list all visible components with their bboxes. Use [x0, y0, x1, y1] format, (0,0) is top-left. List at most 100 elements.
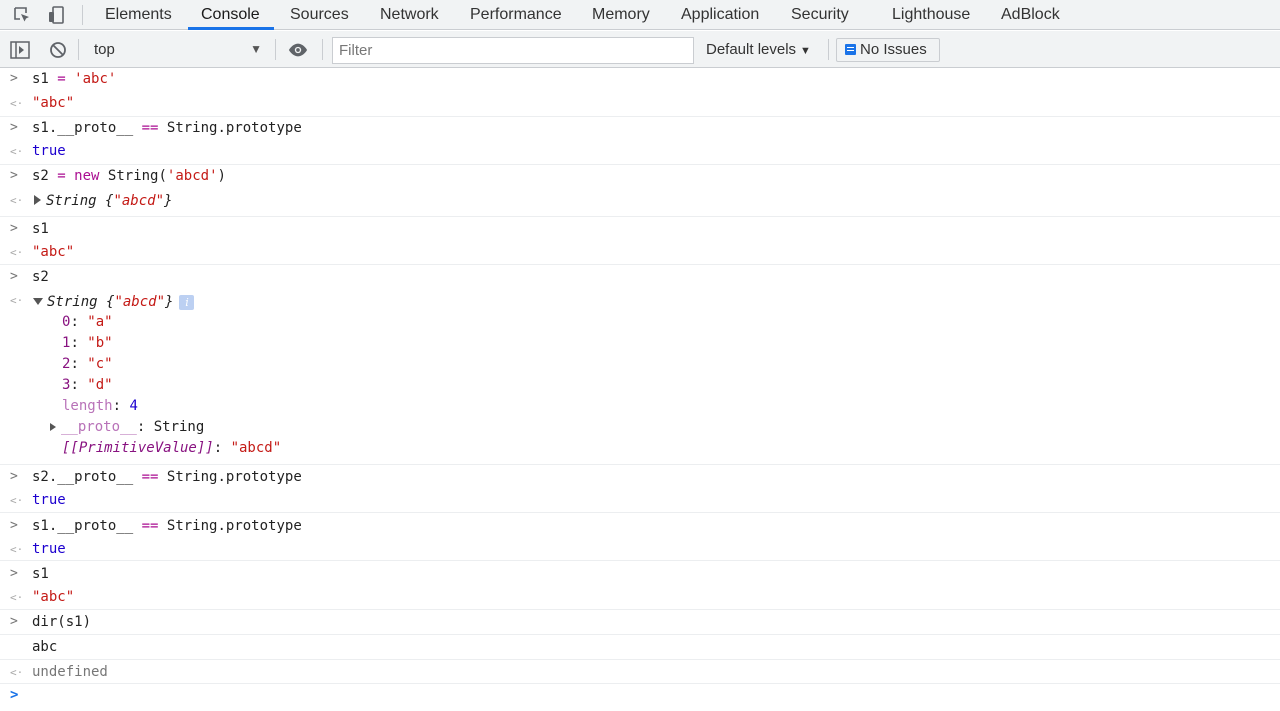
console-input-row: > dir(s1)	[0, 609, 1280, 634]
tab-performance[interactable]: Performance	[470, 0, 562, 30]
property-row[interactable]: 3: "d"	[62, 377, 113, 393]
console-input-row: > s1.__proto__ == String.prototype	[0, 116, 1280, 140]
toolbar-separator	[275, 39, 276, 60]
result-arrow-icon: <·	[10, 666, 24, 679]
primitive-value-row[interactable]: [[PrimitiveValue]]: "abcd"	[62, 440, 281, 456]
toolbar-separator	[78, 39, 79, 60]
console-result-row: <· String {"abcd"} i 0: "a" 1: "b" 2: "c"…	[0, 288, 1280, 464]
tab-lighthouse[interactable]: Lighthouse	[892, 0, 970, 30]
console-input-row: > s1.__proto__ == String.prototype	[0, 512, 1280, 536]
console-input-row: > s2	[0, 264, 1280, 288]
console-input-text[interactable]: s1.__proto__ == String.prototype	[32, 518, 302, 534]
result-arrow-icon: <·	[10, 145, 24, 158]
chevron-right-icon: >	[10, 614, 18, 629]
filter-input[interactable]	[332, 37, 694, 64]
devtools-tabbar: Elements Console Sources Network Perform…	[0, 0, 1280, 30]
issue-message-icon	[845, 44, 856, 55]
property-row[interactable]: 1: "b"	[62, 335, 113, 351]
live-expression-eye-icon[interactable]	[288, 40, 308, 60]
string-object-expanded[interactable]: String {"abcd"} i	[32, 294, 195, 310]
console-result-row: <· String {"abcd"}	[0, 188, 1280, 216]
console-result-text[interactable]: true	[32, 492, 66, 508]
console-result-row: <· true	[0, 140, 1280, 164]
console-toolbar: top ▼ Default levels▼ No Issues	[0, 31, 1280, 68]
collapse-triangle-icon[interactable]	[33, 298, 43, 305]
tab-console[interactable]: Console	[201, 0, 260, 30]
proto-property-row[interactable]: __proto__: String	[50, 419, 204, 435]
console-result-row: <· "abc"	[0, 584, 1280, 609]
string-object-collapsed[interactable]: String {"abcd"}	[32, 193, 172, 209]
console-input-text[interactable]: s1.__proto__ == String.prototype	[32, 120, 302, 136]
console-prompt-row[interactable]: >	[0, 683, 1280, 711]
console-input-row: > s1	[0, 560, 1280, 584]
console-input-row: > s1	[0, 216, 1280, 240]
device-toolbar-icon[interactable]	[45, 3, 69, 27]
tab-adblock[interactable]: AdBlock	[1001, 0, 1060, 30]
issues-text: No Issues	[860, 41, 927, 58]
console-input-row: > s2.__proto__ == String.prototype	[0, 464, 1280, 488]
result-arrow-icon: <·	[10, 246, 24, 259]
chevron-down-icon: ▼	[800, 45, 811, 57]
result-arrow-icon: <·	[10, 591, 24, 604]
context-select[interactable]: top ▼	[86, 37, 270, 62]
issues-button[interactable]: No Issues	[836, 38, 940, 62]
console-result-text[interactable]: true	[32, 541, 66, 557]
context-select-value: top	[94, 41, 115, 58]
console-input-text[interactable]: s2	[32, 269, 49, 285]
tab-network[interactable]: Network	[380, 0, 439, 30]
console-result-row: <· true	[0, 488, 1280, 512]
toolbar-separator	[828, 39, 829, 60]
tab-security[interactable]: Security	[791, 0, 849, 30]
result-arrow-icon: <·	[10, 494, 24, 507]
chevron-right-icon: >	[10, 168, 18, 183]
console-result-row: <· true	[0, 536, 1280, 560]
length-property-row[interactable]: length: 4	[62, 398, 138, 414]
chevron-right-icon: >	[10, 469, 18, 484]
chevron-right-icon: >	[10, 269, 18, 284]
tab-application[interactable]: Application	[681, 0, 759, 30]
console-input-text[interactable]: s1	[32, 221, 49, 237]
tab-elements[interactable]: Elements	[105, 0, 172, 30]
console-input-row: > s1 = 'abc'	[0, 68, 1280, 92]
console-input-text[interactable]: dir(s1)	[32, 614, 91, 630]
clear-console-icon[interactable]	[48, 40, 68, 60]
console-input-text[interactable]: s1 = 'abc'	[32, 71, 116, 87]
console-result-text[interactable]: true	[32, 143, 66, 159]
result-arrow-icon: <·	[10, 543, 24, 556]
console-result-row: <· "abc"	[0, 92, 1280, 116]
console-result-text[interactable]: "abc"	[32, 95, 74, 111]
chevron-right-icon: >	[10, 566, 18, 581]
console-input-text[interactable]: s2.__proto__ == String.prototype	[32, 469, 302, 485]
console-log-row: abc	[0, 634, 1280, 659]
prompt-chevron-icon: >	[10, 687, 19, 703]
log-levels-dropdown[interactable]: Default levels ▼	[706, 37, 811, 62]
console-input-row: > s2 = new String('abcd')	[0, 164, 1280, 188]
console-log-text[interactable]: abc	[32, 639, 57, 655]
log-levels-label: Default levels	[706, 41, 797, 58]
chevron-right-icon: >	[10, 120, 18, 135]
console-messages: > s1 = 'abc' <· "abc" > s1.__proto__ == …	[0, 68, 1280, 711]
show-sidebar-icon[interactable]	[10, 40, 30, 60]
toolbar-separator	[322, 39, 323, 60]
tabbar-separator	[82, 5, 83, 25]
expand-triangle-icon[interactable]	[50, 423, 56, 431]
property-row[interactable]: 2: "c"	[62, 356, 113, 372]
console-result-text[interactable]: "abc"	[32, 244, 74, 260]
console-input-text[interactable]: s2 = new String('abcd')	[32, 168, 226, 184]
chevron-right-icon: >	[10, 71, 18, 86]
console-input-text[interactable]: s1	[32, 566, 49, 582]
chevron-right-icon: >	[10, 518, 18, 533]
inspect-element-icon[interactable]	[10, 3, 34, 27]
result-arrow-icon: <·	[10, 294, 24, 307]
expand-triangle-icon[interactable]	[34, 195, 41, 205]
result-arrow-icon: <·	[10, 194, 24, 207]
console-result-text[interactable]: undefined	[32, 664, 108, 680]
info-icon[interactable]: i	[179, 295, 195, 310]
chevron-down-icon: ▼	[250, 42, 262, 56]
tab-sources[interactable]: Sources	[290, 0, 349, 30]
console-result-row: <· "abc"	[0, 240, 1280, 264]
tab-memory[interactable]: Memory	[592, 0, 650, 30]
console-result-text[interactable]: "abc"	[32, 589, 74, 605]
property-row[interactable]: 0: "a"	[62, 314, 113, 330]
chevron-right-icon: >	[10, 221, 18, 236]
